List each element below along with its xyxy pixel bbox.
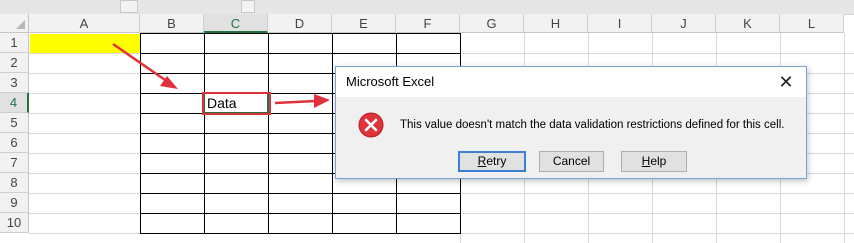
help-button[interactable]: Help	[621, 151, 687, 172]
cell-c4[interactable]: Data	[207, 93, 237, 113]
help-label: elp	[650, 154, 667, 168]
dialog-title-bar[interactable]: Microsoft Excel ✕	[336, 67, 806, 97]
close-icon[interactable]: ✕	[766, 67, 806, 97]
dialog-message: This value doesn't match the data valida…	[400, 119, 785, 131]
cancel-label: Cancel	[552, 154, 591, 168]
retry-button[interactable]: Retry	[458, 151, 526, 172]
error-icon	[358, 112, 384, 138]
dialog-title: Microsoft Excel	[346, 74, 435, 89]
data-validation-error-dialog: Microsoft Excel ✕ This value doesn't mat…	[335, 66, 807, 179]
annotation-arrow-a1-to-b4	[112, 42, 178, 89]
cancel-button[interactable]: Cancel	[539, 151, 604, 172]
retry-label: etry	[486, 154, 507, 168]
annotation-arrow-c4-to-dialog	[274, 94, 330, 108]
dialog-body: This value doesn't match the data valida…	[336, 97, 806, 178]
